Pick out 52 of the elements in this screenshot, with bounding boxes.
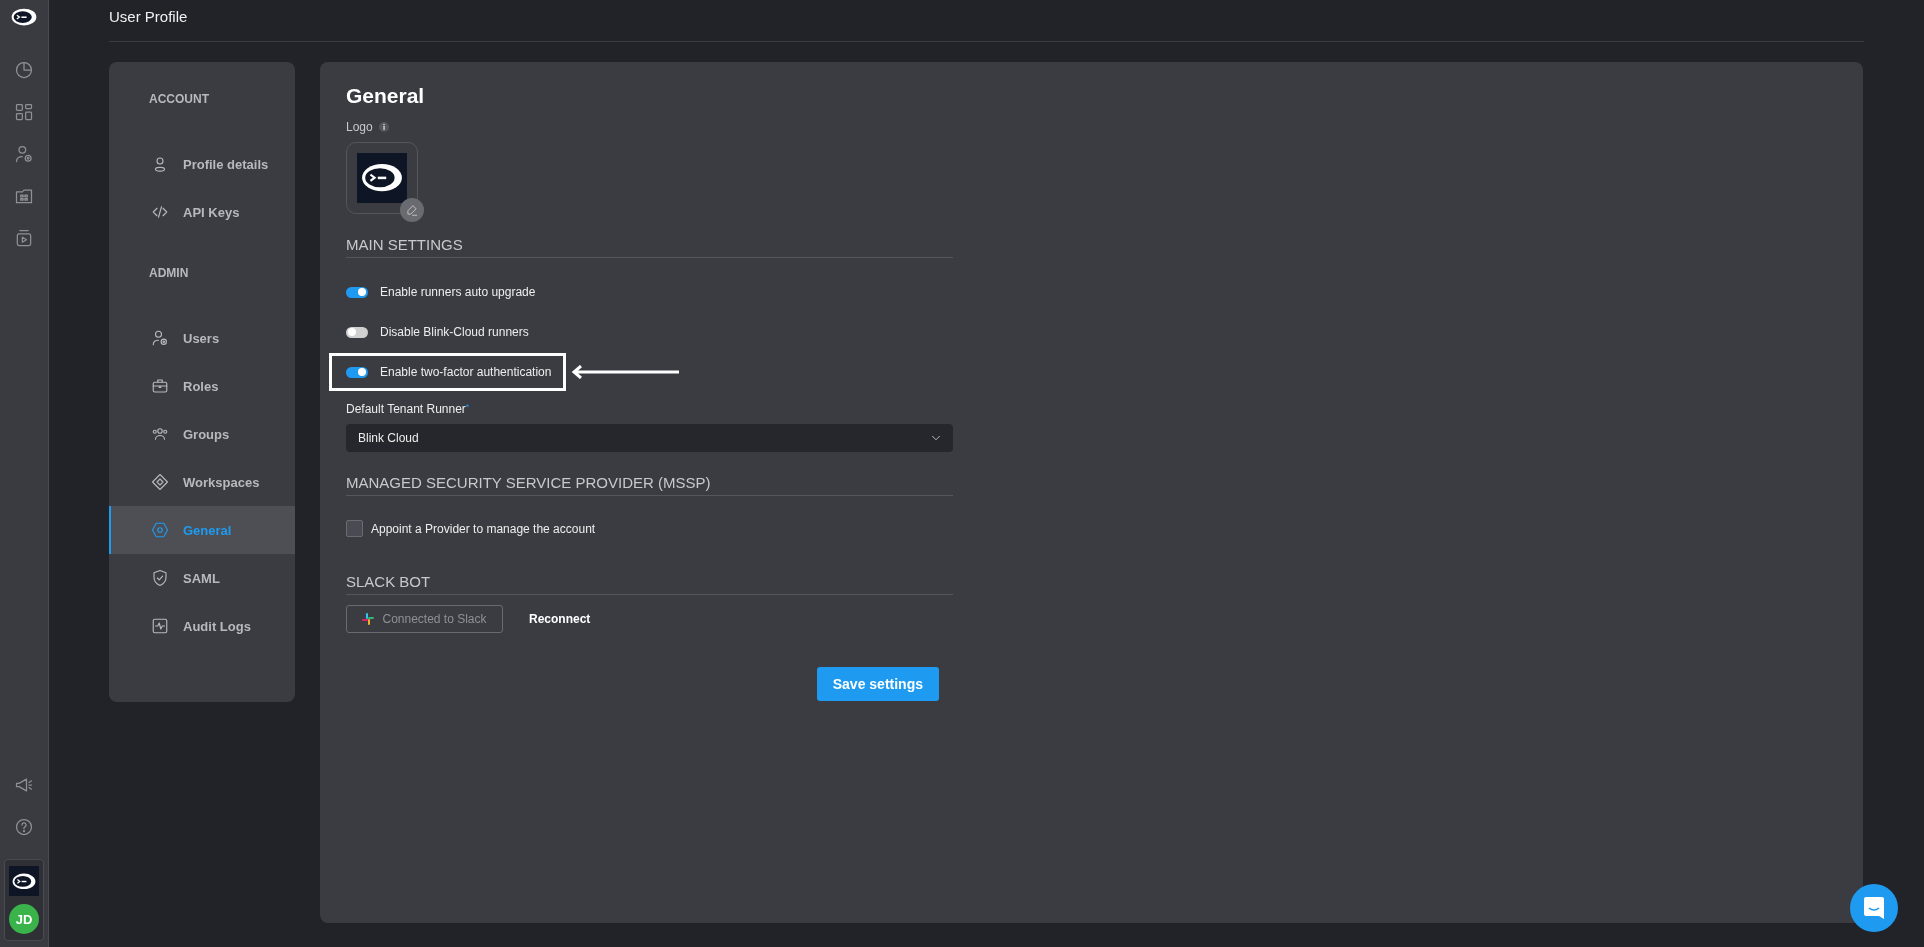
pulse-icon (151, 617, 169, 635)
sidebar-item[interactable]: Roles (109, 362, 295, 410)
sidebar-item[interactable]: Groups (109, 410, 295, 458)
toggle-switch[interactable] (346, 366, 368, 378)
toggle-switch[interactable] (346, 286, 368, 298)
section-heading: MANAGED SECURITY SERVICE PROVIDER (MSSP) (346, 474, 953, 496)
briefcase-icon (151, 377, 169, 395)
pencil-icon (405, 203, 419, 217)
sidebar-item[interactable]: API Keys (109, 188, 295, 236)
workspace-logo[interactable] (9, 866, 39, 896)
page-title: User Profile (109, 7, 189, 25)
checkbox-label: Appoint a Provider to manage the account (371, 521, 596, 536)
sidebar-item[interactable]: SAML (109, 554, 295, 602)
bot-logo-icon (12, 872, 36, 890)
sidebar-item[interactable]: Users (109, 314, 295, 362)
section-heading: SLACK BOT (346, 573, 953, 595)
toggle-label: Disable Blink-Cloud runners (380, 325, 529, 339)
section-title: General (346, 84, 426, 108)
field-label: Default Tenant Runner* (346, 402, 471, 416)
toggle-label: Enable runners auto upgrade (380, 285, 536, 299)
logo-label: Logo (346, 120, 373, 134)
app-logo (11, 8, 37, 27)
hash-icon (362, 613, 375, 625)
toggle-switch[interactable] (346, 326, 368, 338)
grid-icon (14, 102, 34, 123)
reconnect-button[interactable]: Reconnect (529, 612, 591, 626)
shield-icon (151, 569, 169, 587)
edit-button[interactable] (400, 198, 424, 222)
user-gear-icon (14, 144, 34, 165)
hexagon-icon (151, 521, 169, 539)
play-icon (14, 228, 34, 249)
code-icon (151, 203, 169, 221)
save-button[interactable]: Save settings (816, 667, 939, 701)
checkbox[interactable] (346, 520, 363, 537)
sidebar-item[interactable]: Profile details (109, 140, 295, 188)
section-heading: MAIN SETTINGS (346, 236, 953, 258)
chat-button[interactable] (1850, 884, 1898, 932)
user-gear-icon (151, 329, 169, 347)
logo-upload[interactable] (346, 142, 418, 214)
diamond-icon (151, 473, 169, 491)
sidebar-item[interactable]: Audit Logs (109, 602, 295, 650)
chat-icon (1863, 896, 1885, 920)
pie-chart-icon (14, 60, 34, 81)
section-heading: ADMIN (148, 266, 190, 282)
sidebar-item[interactable]: Workspaces (109, 458, 295, 506)
help-icon (14, 817, 34, 837)
info-icon[interactable] (378, 122, 389, 132)
group-icon (151, 425, 169, 443)
runner-select[interactable]: Blink Cloud (346, 424, 953, 452)
toggle-label: Enable two-factor authentication (380, 365, 552, 379)
bot-logo-icon (361, 163, 403, 193)
section-heading: ACCOUNT (148, 92, 210, 108)
